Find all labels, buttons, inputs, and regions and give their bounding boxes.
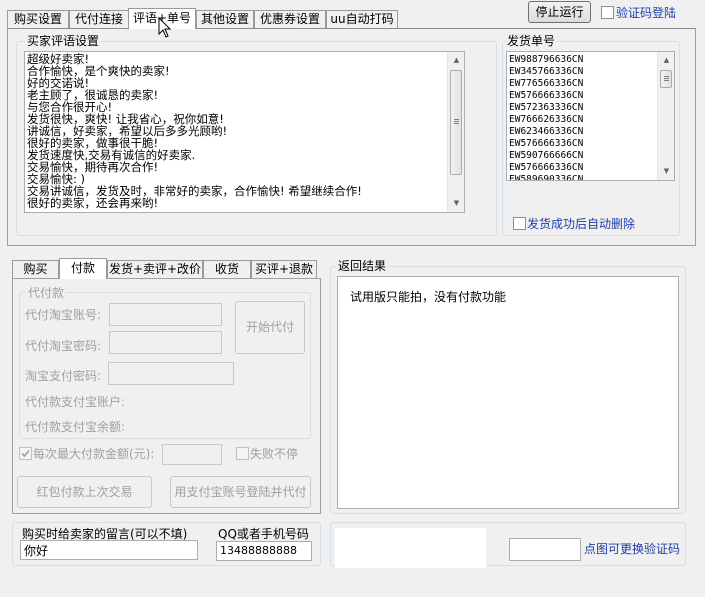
pay-password-label: 淘宝支付密码: <box>25 369 102 383</box>
tab-other-settings[interactable]: 其他设置 <box>196 10 254 29</box>
tracking-number: EW572363336CN <box>509 102 584 113</box>
review-group-title: 买家评语设置 <box>25 34 102 48</box>
scroll-thumb[interactable] <box>450 70 462 175</box>
tab-page-payment: 代付款 代付淘宝账号: 代付淘宝密码: 淘宝支付密码: 代付款支付宝账户: 代付… <box>12 278 321 514</box>
qq-phone-label: QQ或者手机号码 <box>218 527 309 541</box>
tracking-number: EW988796636CN <box>509 54 584 65</box>
alipay-balance-label: 代付款支付宝余额: <box>25 420 126 434</box>
tracking-number: EW576666336CN <box>509 162 584 173</box>
subtab-ship-review-price[interactable]: 发货+卖评+改价 <box>107 260 203 279</box>
stop-running-button[interactable]: 停止运行 <box>528 1 591 23</box>
redpack-pay-last-button[interactable]: 红包付款上次交易 <box>17 476 152 508</box>
tracking-number: EW345766336CN <box>509 66 584 77</box>
review-line: 很好的卖家，还会再来哟! <box>27 196 159 210</box>
review-scrollbar[interactable]: ▲ ▼ <box>447 52 464 212</box>
no-stop-on-fail-label: 失败不停 <box>250 447 299 461</box>
max-amount-input[interactable] <box>162 444 222 465</box>
result-textarea[interactable]: 试用版只能拍，没有付款功能 <box>337 276 679 509</box>
scroll-down-arrow-icon[interactable]: ▼ <box>448 195 464 212</box>
scroll-down-arrow-icon[interactable]: ▼ <box>658 163 674 180</box>
checkmark-icon <box>21 449 30 458</box>
scroll-thumb[interactable] <box>660 70 672 88</box>
taobao-account-label: 代付淘宝账号: <box>25 308 102 322</box>
subtab-buy[interactable]: 购买 <box>12 260 59 279</box>
captcha-input[interactable] <box>509 538 581 561</box>
taobao-password-input[interactable] <box>109 331 222 354</box>
subtab-payment[interactable]: 付款 <box>59 258 107 279</box>
scroll-up-arrow-icon[interactable]: ▲ <box>448 52 464 69</box>
tracking-number: EW576666336CN <box>509 90 584 101</box>
seller-message-label: 购买时给卖家的留言(可以不填) <box>22 527 188 541</box>
review-line: 交易愉快，期待再次合作! <box>27 160 159 174</box>
captcha-image[interactable] <box>335 528 486 568</box>
no-stop-on-fail-checkbox[interactable] <box>236 447 249 460</box>
tab-uu-captcha[interactable]: uu自动打码 <box>326 10 398 29</box>
shipping-scrollbar[interactable]: ▲ ▼ <box>657 52 674 180</box>
taobao-password-label: 代付淘宝密码: <box>25 339 102 353</box>
qq-phone-input[interactable]: 13488888888 <box>216 541 312 561</box>
subtab-review-refund[interactable]: 买评+退款 <box>251 260 317 279</box>
max-amount-checkbox[interactable] <box>19 447 32 460</box>
tracking-number: EW576666336CN <box>509 138 584 149</box>
alipay-login-pay-button[interactable]: 用支付宝账号登陆并代付 <box>170 476 311 508</box>
tab-proxy-connect[interactable]: 代付连接 <box>69 10 129 29</box>
start-proxy-payment-button[interactable]: 开始代付 <box>235 301 305 354</box>
subtab-receive[interactable]: 收货 <box>203 260 251 279</box>
auto-delete-label: 发货成功后自动删除 <box>527 217 636 231</box>
shipping-numbers-textarea[interactable]: EW988796636CN EW345766336CN EW776566336CN E… <box>506 51 675 181</box>
taobao-account-input[interactable] <box>109 303 222 326</box>
shipping-group-title: 发货单号 <box>505 34 558 48</box>
tracking-number: EW776566336CN <box>509 78 584 89</box>
tracking-number: EW590766666CN <box>509 150 584 161</box>
scroll-up-arrow-icon[interactable]: ▲ <box>658 52 674 69</box>
result-group-title: 返回结果 <box>336 259 389 273</box>
pay-password-input[interactable] <box>108 362 234 385</box>
alipay-account-label: 代付款支付宝账户: <box>25 395 126 409</box>
proxy-payment-group-title: 代付款 <box>26 286 67 300</box>
review-line: 合作愉快，是个爽快的卖家! <box>27 64 170 78</box>
seller-message-input[interactable]: 你好 <box>20 540 198 560</box>
review-textarea[interactable]: 超级好卖家! 合作愉快，是个爽快的卖家! 好的交诺说! 老主顾了，很诚恳的卖家! 与您合… <box>24 51 465 213</box>
captcha-refresh-link[interactable]: 点图可更换验证码 <box>584 542 680 556</box>
tracking-number: EW623466336CN <box>509 126 584 137</box>
auto-delete-checkbox[interactable] <box>513 217 526 230</box>
captcha-login-checkbox[interactable] <box>601 6 614 19</box>
tracking-number: EW589690336CN <box>509 174 584 181</box>
max-amount-label: 每次最大付款金额(元): <box>33 447 155 461</box>
tracking-number: EW766626336CN <box>509 114 584 125</box>
result-text: 试用版只能拍，没有付款功能 <box>350 290 507 304</box>
tab-page-review-tracking: 买家评语设置 超级好卖家! 合作愉快，是个爽快的卖家! 好的交诺说! 老主顾了，很诚恳… <box>7 28 696 246</box>
tab-coupon-settings[interactable]: 优惠券设置 <box>254 10 326 29</box>
tab-purchase-settings[interactable]: 购买设置 <box>7 10 69 29</box>
mouse-cursor-icon <box>158 17 172 38</box>
captcha-login-label: 验证码登陆 <box>616 6 677 20</box>
